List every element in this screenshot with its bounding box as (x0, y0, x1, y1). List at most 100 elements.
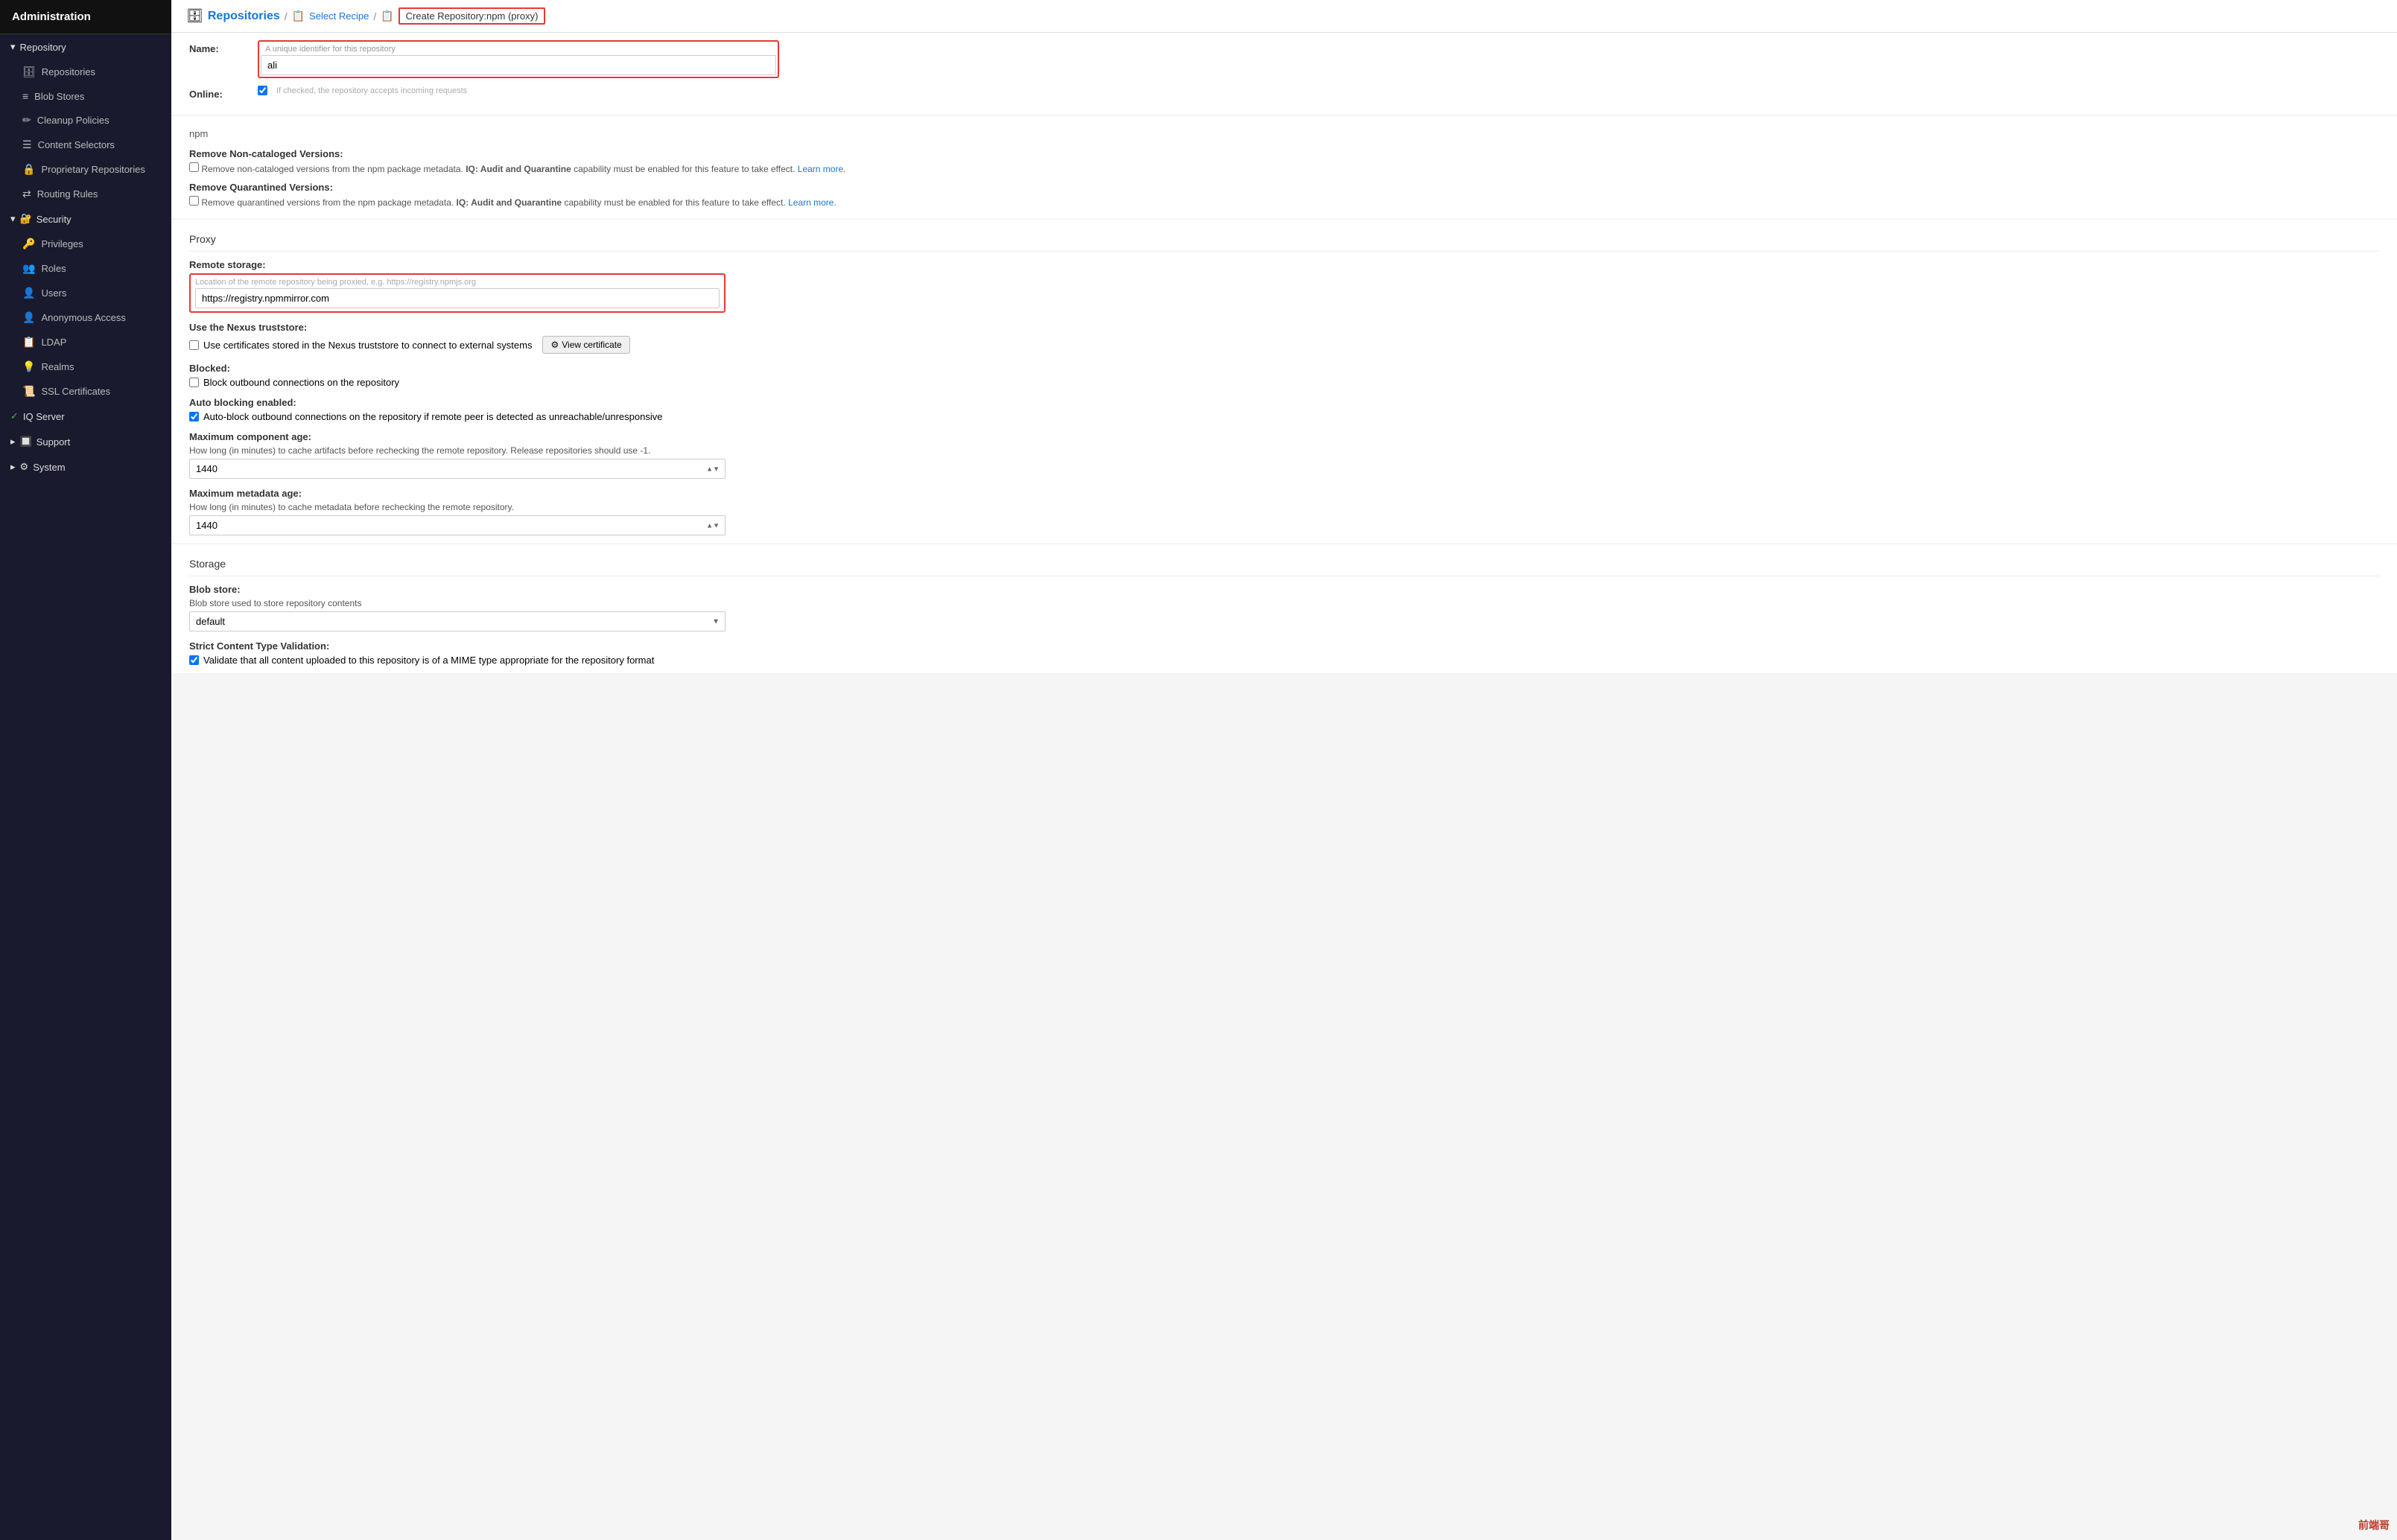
name-section: Name: A unique identifier for this repos… (171, 33, 2397, 115)
max-component-age-wrap (189, 459, 726, 479)
sidebar-section-label: IQ Server (23, 411, 65, 422)
name-placeholder-text: A unique identifier for this repository (261, 43, 776, 55)
sidebar-item-cleanup-policies[interactable]: ✏ Cleanup Policies (0, 108, 171, 133)
sidebar-section-support[interactable]: ▸ 🔲 Support (0, 429, 171, 454)
online-row: Online: If checked, the repository accep… (189, 86, 2379, 100)
sidebar-section-iq-server[interactable]: ✓ IQ Server (0, 404, 171, 429)
remote-storage-hint: Location of the remote repository being … (195, 278, 720, 287)
breadcrumb-select-icon: 📋 (292, 10, 305, 22)
sidebar-item-realms[interactable]: 💡 Realms (0, 354, 171, 379)
max-metadata-age-label: Maximum metadata age: (189, 488, 2379, 499)
remove-non-cataloged-desc: Remove non-cataloged versions from the n… (189, 162, 2379, 174)
sidebar-item-ssl-certificates[interactable]: 📜 SSL Certificates (0, 379, 171, 404)
remove-non-cataloged-link[interactable]: Learn more. (798, 164, 846, 174)
blob-store-select[interactable]: default (189, 611, 726, 631)
sidebar-item-label: Blob Stores (34, 91, 84, 102)
view-certificate-button[interactable]: ⚙ View certificate (542, 336, 629, 354)
max-component-age-label: Maximum component age: (189, 431, 2379, 442)
form-scrollable: Name: A unique identifier for this repos… (171, 33, 2397, 1540)
remote-storage-input[interactable] (195, 288, 720, 308)
sidebar-item-label: Routing Rules (37, 188, 98, 200)
breadcrumb-create-icon: 📋 (381, 10, 393, 22)
max-metadata-age-input[interactable] (189, 515, 726, 535)
max-metadata-age-wrap (189, 515, 726, 535)
strict-content-checkbox[interactable] (189, 655, 199, 665)
cleanup-icon: ✏ (22, 114, 31, 127)
breadcrumb-sep2: / (373, 10, 376, 22)
arrow-icon: ▾ (10, 41, 16, 53)
blocked-label: Blocked: (189, 363, 2379, 374)
sidebar-item-roles[interactable]: 👥 Roles (0, 256, 171, 281)
sidebar-item-label: Users (41, 287, 66, 299)
create-label: Create Repository: (406, 10, 486, 22)
online-hint: If checked, the repository accepts incom… (276, 86, 467, 95)
sidebar-item-privileges[interactable]: 🔑 Privileges (0, 232, 171, 256)
sidebar-section-repository[interactable]: ▾ Repository (0, 34, 171, 60)
routing-icon: ⇄ (22, 188, 31, 200)
privileges-icon: 🔑 (22, 238, 35, 250)
remove-quarantined-text: Remove quarantined versions from the npm… (201, 197, 456, 208)
sidebar-item-label: Anonymous Access (41, 312, 125, 323)
remove-non-cataloged-suffix: capability must be enabled for this feat… (574, 164, 795, 174)
storage-section: Storage Blob store: Blob store used to s… (171, 544, 2397, 673)
main-content: 🗄 Repositories / 📋 Select Recipe / 📋 Cre… (171, 0, 2397, 1540)
proprietary-icon: 🔒 (22, 163, 35, 176)
view-cert-label: View certificate (562, 340, 621, 350)
auto-blocking-checkbox[interactable] (189, 412, 199, 421)
anonymous-icon: 👤 (22, 311, 35, 324)
remove-quarantined-link[interactable]: Learn more. (788, 197, 836, 208)
name-input-wrap: A unique identifier for this repository (258, 40, 779, 78)
breadcrumb-sep1: / (285, 10, 288, 22)
sidebar-item-label: Repositories (42, 66, 95, 77)
nexus-truststore-desc: Use certificates stored in the Nexus tru… (203, 340, 532, 351)
sidebar-item-users[interactable]: 👤 Users (0, 281, 171, 305)
online-input-wrap: If checked, the repository accepts incom… (258, 86, 779, 95)
sidebar-item-blob-stores[interactable]: ≡ Blob Stores (0, 84, 171, 108)
content-icon: ☰ (22, 139, 32, 151)
sidebar-section-label: Security (36, 214, 72, 225)
cert-icon: ⚙ (550, 340, 559, 350)
sidebar-section-security[interactable]: ▾ 🔐 Security (0, 206, 171, 232)
max-metadata-age-desc: How long (in minutes) to cache metadata … (189, 502, 2379, 512)
blob-store-desc: Blob store used to store repository cont… (189, 598, 2379, 608)
sidebar-item-label: Privileges (41, 238, 83, 249)
remove-quarantined-iq-text: IQ: Audit and Quarantine (457, 197, 562, 208)
sidebar-item-ldap[interactable]: 📋 LDAP (0, 330, 171, 354)
repositories-icon: 🗄 (22, 66, 36, 78)
security-icon: 🔐 (20, 213, 32, 225)
sidebar-item-label: Roles (41, 263, 66, 274)
name-input[interactable] (261, 55, 776, 75)
max-component-age-input[interactable] (189, 459, 726, 479)
sidebar-item-content-selectors[interactable]: ☰ Content Selectors (0, 133, 171, 157)
arrow-icon: ▸ (10, 436, 16, 448)
proxy-label: Proxy (189, 227, 2379, 252)
sidebar-item-label: LDAP (41, 337, 66, 348)
roles-icon: 👥 (22, 262, 35, 275)
sidebar-item-label: Content Selectors (38, 139, 115, 150)
blocked-checkbox[interactable] (189, 378, 199, 387)
breadcrumb-select-recipe-link[interactable]: Select Recipe (309, 10, 369, 22)
breadcrumb-repo-icon: 🗄 (186, 8, 203, 24)
remote-storage-label: Remote storage: (189, 259, 2379, 270)
remove-non-cataloged-text: Remove non-cataloged versions from the n… (201, 164, 466, 174)
strict-content-label: Strict Content Type Validation: (189, 640, 2379, 652)
remove-non-cataloged-iq-text: IQ: Audit and Quarantine (466, 164, 571, 174)
breadcrumb-repositories-link[interactable]: Repositories (208, 10, 280, 23)
nexus-truststore-checkbox[interactable] (189, 340, 199, 350)
sidebar-item-proprietary-repositories[interactable]: 🔒 Proprietary Repositories (0, 157, 171, 182)
remote-storage-wrap: Location of the remote repository being … (189, 273, 726, 313)
blob-store-label: Blob store: (189, 584, 2379, 595)
remove-non-cataloged-checkbox[interactable] (189, 162, 199, 172)
online-checkbox[interactable] (258, 86, 267, 95)
breadcrumb: 🗄 Repositories / 📋 Select Recipe / 📋 Cre… (171, 0, 2397, 33)
sidebar-item-anonymous-access[interactable]: 👤 Anonymous Access (0, 305, 171, 330)
realms-icon: 💡 (22, 360, 35, 373)
auto-blocking-row: Auto-block outbound connections on the r… (189, 411, 2379, 422)
storage-label: Storage (189, 552, 2379, 576)
sidebar-item-repositories[interactable]: 🗄 Repositories (0, 60, 171, 84)
sidebar-item-label: SSL Certificates (41, 386, 110, 397)
blocked-desc: Block outbound connections on the reposi… (203, 377, 399, 388)
sidebar-item-routing-rules[interactable]: ⇄ Routing Rules (0, 182, 171, 206)
sidebar-section-system[interactable]: ▸ ⚙ System (0, 454, 171, 480)
remove-quarantined-checkbox[interactable] (189, 196, 199, 206)
